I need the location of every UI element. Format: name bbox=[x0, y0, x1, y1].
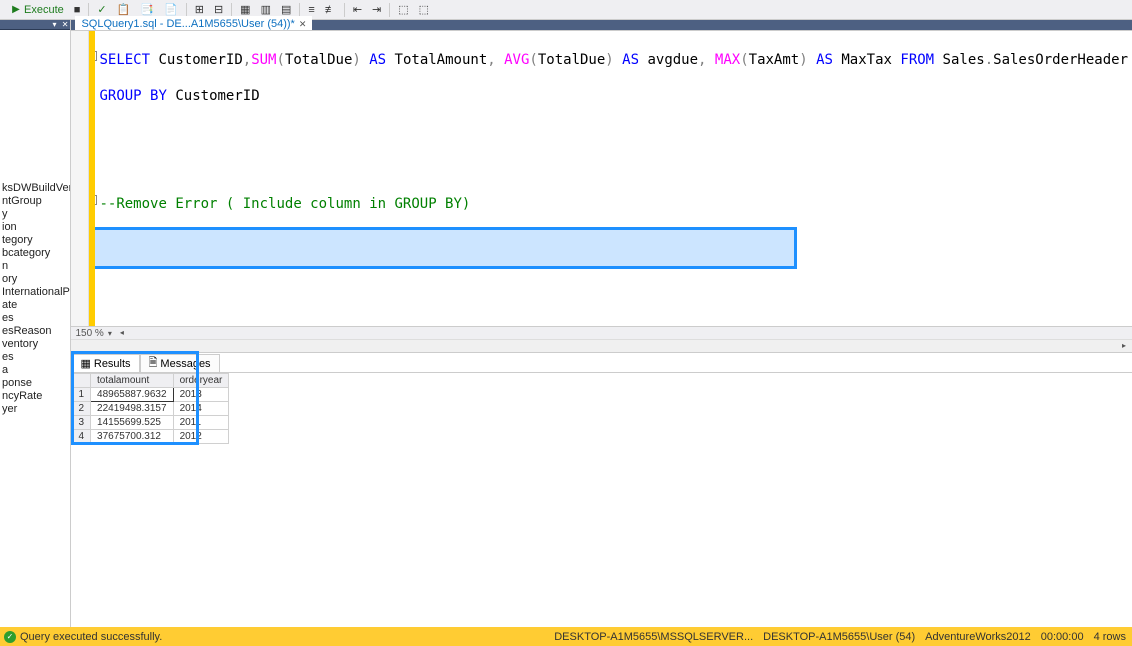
row-number: 1 bbox=[72, 388, 91, 402]
play-icon: ▶ bbox=[8, 2, 24, 18]
cell-totalamount[interactable]: 37675700.312 bbox=[91, 430, 174, 444]
panel-header: ▾ ✕ bbox=[0, 20, 70, 30]
status-db: AdventureWorks2012 bbox=[925, 631, 1031, 643]
panel-close-icon[interactable]: ✕ bbox=[62, 20, 69, 29]
separator bbox=[299, 3, 300, 17]
fold-icon[interactable]: − bbox=[95, 195, 97, 205]
tree-item[interactable]: y bbox=[0, 208, 70, 221]
uncomment-button[interactable]: ≢ bbox=[321, 1, 340, 19]
tree-item[interactable]: bcategory bbox=[0, 247, 70, 260]
code-editor[interactable]: −SELECT CustomerID,SUM(TotalDue) AS Tota… bbox=[71, 30, 1132, 326]
zoom-bar: 150 % ▾ ◂ bbox=[71, 326, 1132, 339]
gutter bbox=[71, 31, 89, 326]
table-row[interactable]: 314155699.5252011 bbox=[72, 416, 229, 430]
tree-item[interactable]: ponse bbox=[0, 377, 70, 390]
tab-messages[interactable]: 🗎 Messages bbox=[140, 354, 220, 372]
code-text[interactable]: −SELECT CustomerID,SUM(TotalDue) AS Tota… bbox=[95, 31, 1132, 326]
tree-item[interactable]: a bbox=[0, 364, 70, 377]
tab-results[interactable]: ▦ Results bbox=[71, 354, 139, 372]
tree-item[interactable]: tegory bbox=[0, 234, 70, 247]
table-row[interactable]: 148965887.96322013 bbox=[72, 388, 229, 402]
status-user: DESKTOP-A1M5655\User (54) bbox=[763, 631, 915, 643]
grid-icon: ▦ bbox=[80, 357, 90, 370]
tree-view[interactable]: ksDWBuildVersionntGroupyiontegorybcatego… bbox=[0, 30, 70, 416]
execute-label: Execute bbox=[24, 4, 64, 16]
cell-totalamount[interactable]: 48965887.9632 bbox=[91, 388, 174, 402]
main-area: ▾ ✕ ksDWBuildVersionntGroupyiontegorybca… bbox=[0, 20, 1132, 627]
separator bbox=[186, 3, 187, 17]
tree-item[interactable]: ncyRate bbox=[0, 390, 70, 403]
separator bbox=[88, 3, 89, 17]
cell-totalamount[interactable]: 22419498.3157 bbox=[91, 402, 174, 416]
col-header[interactable]: totalamount bbox=[91, 374, 174, 388]
tree-item[interactable]: ion bbox=[0, 221, 70, 234]
messages-tab-label: Messages bbox=[160, 358, 210, 370]
col-header[interactable]: orderyear bbox=[173, 374, 229, 388]
tabstrip: SQLQuery1.sql - DE...A1M5655\User (54))*… bbox=[71, 20, 1132, 30]
status-server: DESKTOP-A1M5655\MSSQLSERVER... bbox=[554, 631, 753, 643]
indent-in[interactable]: ⇥ bbox=[368, 1, 385, 19]
cell-orderyear[interactable]: 2012 bbox=[173, 430, 229, 444]
results-grid[interactable]: totalamountorderyear148965887.9632201322… bbox=[71, 373, 1132, 444]
status-bar: ✓ Query executed successfully. DESKTOP-A… bbox=[0, 627, 1132, 646]
separator bbox=[389, 3, 390, 17]
results-panel: ▦ Results 🗎 Messages totalamountorderyea… bbox=[71, 352, 1132, 627]
tree-item[interactable]: esReason bbox=[0, 325, 70, 338]
tree-item[interactable]: InternationalProductDescription bbox=[0, 286, 70, 299]
tree-item[interactable]: es bbox=[0, 351, 70, 364]
status-time: 00:00:00 bbox=[1041, 631, 1084, 643]
tree-item[interactable]: ory bbox=[0, 273, 70, 286]
cell-orderyear[interactable]: 2014 bbox=[173, 402, 229, 416]
status-rows: 4 rows bbox=[1094, 631, 1126, 643]
tree-item[interactable]: n bbox=[0, 260, 70, 273]
zoom-value[interactable]: 150 % bbox=[75, 328, 103, 339]
row-number: 4 bbox=[72, 430, 91, 444]
results-tab-label: Results bbox=[94, 358, 131, 370]
status-ok-icon: ✓ bbox=[4, 631, 16, 643]
tool-btn-x[interactable]: ⬚ bbox=[394, 1, 412, 19]
tree-item[interactable]: ventory bbox=[0, 338, 70, 351]
fold-icon[interactable]: − bbox=[95, 51, 97, 61]
indent-out[interactable]: ⇤ bbox=[349, 1, 366, 19]
tree-item[interactable]: yer bbox=[0, 403, 70, 416]
tree-item[interactable]: ksDWBuildVersion bbox=[0, 182, 70, 195]
cell-totalamount[interactable]: 14155699.525 bbox=[91, 416, 174, 430]
status-message: Query executed successfully. bbox=[20, 631, 162, 643]
cell-orderyear[interactable]: 2013 bbox=[173, 388, 229, 402]
separator bbox=[231, 3, 232, 17]
execute-button[interactable]: ▶ Execute bbox=[4, 1, 68, 19]
col-header[interactable] bbox=[72, 374, 91, 388]
table-row[interactable]: 437675700.3122012 bbox=[72, 430, 229, 444]
row-number: 2 bbox=[72, 402, 91, 416]
object-explorer: ▾ ✕ ksDWBuildVersionntGroupyiontegorybca… bbox=[0, 20, 71, 627]
separator bbox=[344, 3, 345, 17]
table-row[interactable]: 222419498.31572014 bbox=[72, 402, 229, 416]
tree-item[interactable]: es bbox=[0, 312, 70, 325]
editor-zone: SQLQuery1.sql - DE...A1M5655\User (54))*… bbox=[71, 20, 1132, 627]
row-number: 3 bbox=[72, 416, 91, 430]
tool-btn-y[interactable]: ⬚ bbox=[415, 1, 433, 19]
messages-icon: 🗎 bbox=[149, 354, 158, 373]
tree-item[interactable]: ntGroup bbox=[0, 195, 70, 208]
results-tabs: ▦ Results 🗎 Messages bbox=[71, 353, 1132, 373]
editor-hscroll[interactable]: ▸ bbox=[71, 339, 1132, 352]
tree-item[interactable]: ate bbox=[0, 299, 70, 312]
cell-orderyear[interactable]: 2011 bbox=[173, 416, 229, 430]
selection-highlight bbox=[95, 227, 797, 269]
panel-pin-icon[interactable]: ▾ bbox=[52, 20, 56, 29]
